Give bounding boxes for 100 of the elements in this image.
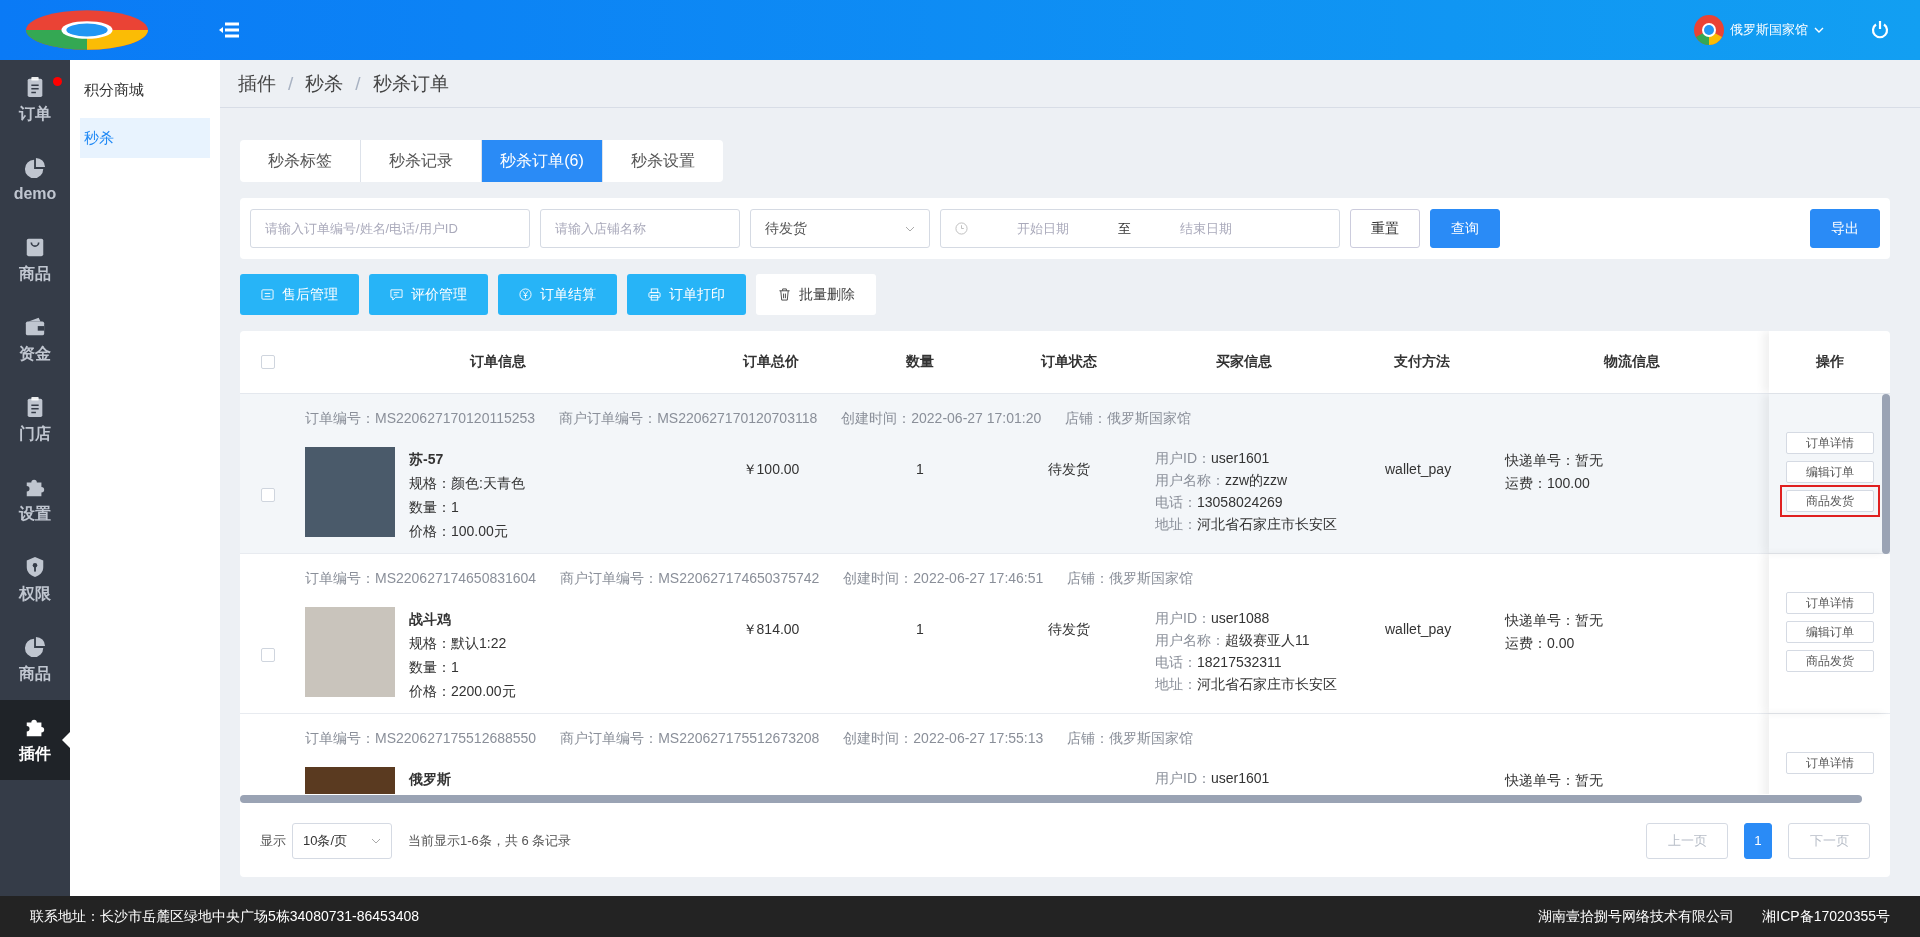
contact-address: 联系地址：长沙市岳麓区绿地中央广场5栋34080731-86453408 — [30, 907, 420, 926]
buyer-label: 用户名称： — [1155, 632, 1225, 648]
company-name: 湖南壹拾捌号网络技术有限公司 — [1538, 907, 1735, 926]
product-detail: 数量：1 — [409, 498, 460, 517]
buyer-value: 超级赛亚人11 — [1225, 632, 1310, 648]
column-header: 订单信息 — [470, 353, 526, 371]
column-header: 物流信息 — [1604, 353, 1660, 371]
product-detail: 数量：1 — [409, 658, 460, 677]
payment-method: wallet_pay — [1385, 461, 1452, 477]
select-all-checkbox[interactable] — [261, 355, 275, 369]
row-action-button[interactable]: 订单详情 — [1785, 432, 1874, 454]
trash-icon — [777, 288, 791, 301]
column-header: 数量 — [906, 353, 934, 371]
sidebar-item[interactable]: demo — [0, 140, 70, 220]
breadcrumb-item[interactable]: 秒杀 — [305, 70, 344, 97]
logistics-info: 运费：0.00 — [1505, 634, 1576, 653]
order-total: ￥814.00 — [742, 621, 800, 639]
order-total: ￥100.00 — [742, 461, 800, 479]
breadcrumb-separator: / — [355, 72, 361, 95]
logistics-info: 快递单号：暂无 — [1505, 611, 1604, 630]
sidebar-item[interactable]: 商品 — [0, 220, 70, 300]
wallet-icon — [24, 315, 46, 338]
logistics-info: 快递单号：暂无 — [1505, 451, 1604, 470]
product-detail: 规格：默认1:22 — [409, 634, 508, 653]
row-checkbox[interactable] — [261, 488, 275, 502]
sidebar-item[interactable]: 商品 — [0, 620, 70, 700]
order-status: 待发货 — [1048, 461, 1090, 479]
buyer-label: 地址： — [1155, 516, 1197, 532]
buyer-label: 电话： — [1155, 654, 1197, 670]
record-summary: 当前显示1-6条，共 6 条记录 — [408, 831, 572, 850]
buyer-value: 河北省石家庄市长安区 — [1197, 676, 1337, 692]
order-meta: 订单编号：MS220627170120115253 — [305, 410, 536, 428]
horizontal-scrollbar[interactable] — [240, 795, 1862, 803]
order-meta: 商户订单编号：MS220627170120703118 — [559, 410, 818, 428]
icp-number[interactable]: 湘ICP备17020355号 — [1762, 907, 1890, 926]
buyer-value: 18217532311 — [1197, 654, 1282, 670]
product-name: 战斗鸡 — [409, 610, 452, 629]
store-search-field[interactable]: 请输入店铺名称 — [540, 209, 740, 248]
row-checkbox[interactable] — [261, 648, 275, 662]
sidebar-item[interactable]: 设置 — [0, 460, 70, 540]
quantity: 1 — [916, 621, 924, 639]
sidebar-item[interactable]: 订单 — [0, 60, 70, 140]
order-meta: 店铺：俄罗斯国家馆 — [1065, 410, 1192, 428]
buyer-value: user1601 — [1211, 450, 1270, 466]
buyer-label: 电话： — [1155, 494, 1197, 510]
logistics-info: 快递单号：暂无 — [1505, 771, 1604, 790]
row-action-button[interactable]: 商品发货 — [1785, 650, 1874, 672]
clock-icon — [955, 222, 968, 235]
vertical-scrollbar[interactable] — [1882, 394, 1890, 554]
sidebar-item[interactable]: 门店 — [0, 380, 70, 460]
action-button[interactable]: 批量删除 — [756, 274, 876, 315]
column-header: 买家信息 — [1216, 353, 1272, 371]
shield-icon — [24, 555, 46, 578]
order-meta: 商户订单编号：MS220627175512673208 — [560, 730, 820, 748]
logo-icon — [26, 10, 148, 50]
column-header: 支付方法 — [1393, 353, 1450, 371]
tab[interactable]: 秒杀标签 — [240, 140, 361, 182]
buyer-value: 13058024269 — [1197, 494, 1283, 510]
power-icon[interactable] — [1870, 20, 1890, 40]
breadcrumb-item[interactable]: 插件 — [238, 70, 276, 97]
submenu-item[interactable]: 积分商城 — [80, 70, 210, 110]
buyer-value: user1601 — [1211, 770, 1270, 786]
avatar-icon — [1694, 15, 1724, 45]
buyer-label: 用户ID： — [1155, 450, 1211, 466]
sidebar-item[interactable]: 资金 — [0, 300, 70, 380]
order-meta: 订单编号：MS220627175512688550 — [305, 730, 537, 748]
tab[interactable]: 秒杀设置 — [603, 140, 723, 182]
row-action-button[interactable]: 编辑订单 — [1785, 461, 1874, 483]
row-action-button[interactable]: 编辑订单 — [1785, 621, 1874, 643]
breadcrumb-item: 秒杀订单 — [372, 71, 449, 96]
row-action-button[interactable]: 订单详情 — [1785, 592, 1874, 614]
product-detail: 价格：2200.00元 — [409, 682, 516, 701]
product-detail: 规格：颜色:天青色 — [409, 474, 525, 493]
date-range-field[interactable]: 开始日期 至 结束日期 — [940, 209, 1340, 248]
logistics-info: 运费：100.00 — [1505, 474, 1591, 493]
order-meta: 创建时间：2022-06-27 17:01:20 — [841, 410, 1042, 428]
tab[interactable]: 秒杀记录 — [361, 140, 482, 182]
column-header: 订单总价 — [743, 353, 799, 371]
buyer-value: 河北省石家庄市长安区 — [1197, 516, 1337, 532]
buyer-label: 用户ID： — [1155, 610, 1211, 626]
caret-icon[interactable] — [1814, 27, 1824, 33]
menu-icon[interactable] — [219, 22, 239, 38]
reset-button[interactable]: 重置 — [1350, 209, 1420, 248]
order-search-field[interactable]: 请输入订单编号/姓名/电话/用户ID — [250, 209, 530, 248]
row-action-button[interactable]: 商品发货 — [1785, 490, 1874, 512]
sidebar-item[interactable]: 插件 — [0, 700, 70, 780]
sidebar-item[interactable]: 权限 — [0, 540, 70, 620]
status-select[interactable]: 待发货 — [750, 209, 930, 248]
buyer-value: user1088 — [1211, 610, 1270, 626]
yen-icon — [519, 288, 532, 301]
order-meta: 订单编号：MS220627174650831604 — [305, 570, 537, 588]
page-size-select[interactable]: 10条/页 — [292, 822, 392, 859]
payment-method: wallet_pay — [1385, 621, 1452, 637]
row-action-button[interactable]: 订单详情 — [1785, 752, 1874, 774]
pie-icon — [24, 157, 46, 179]
buyer-value: zzw的zzw — [1225, 472, 1288, 488]
order-meta: 创建时间：2022-06-27 17:55:13 — [843, 730, 1044, 748]
buyer-label: 用户ID： — [1155, 770, 1211, 786]
chevron-down-icon — [905, 225, 915, 232]
product-detail: 价格：100.00元 — [409, 522, 509, 541]
